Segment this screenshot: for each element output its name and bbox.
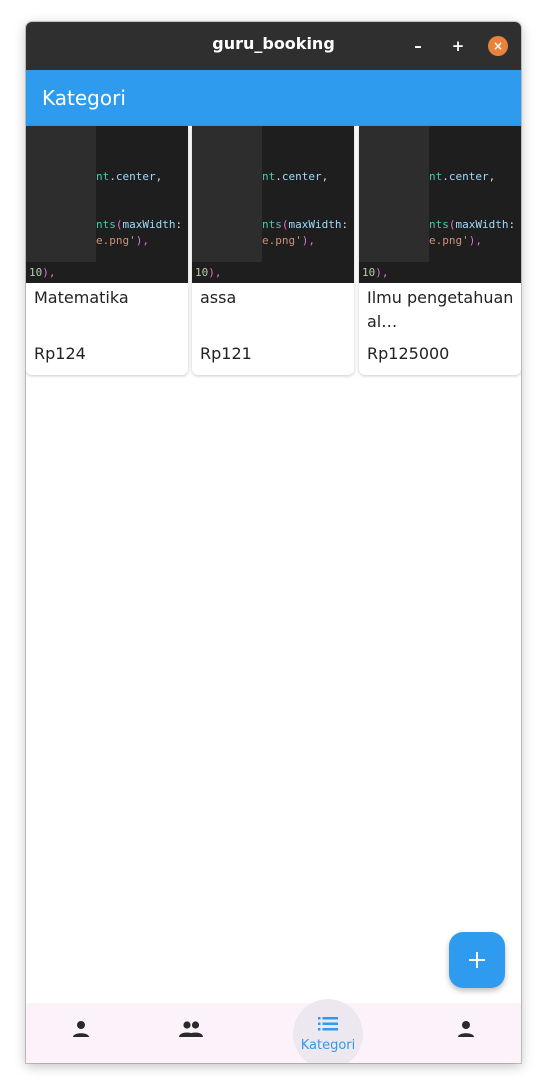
code-line: e.png'), bbox=[262, 234, 315, 247]
category-card[interactable]: nt.center, nts(maxWidth: e.png'), 10), I… bbox=[359, 126, 521, 375]
people-icon bbox=[179, 1021, 203, 1037]
category-name: assa bbox=[200, 288, 237, 307]
code-line: nt.center, bbox=[96, 170, 163, 183]
code-line: nts(maxWidth: bbox=[262, 218, 349, 231]
app-bar: Kategori bbox=[26, 70, 521, 126]
category-price: Rp125000 bbox=[367, 344, 450, 363]
add-category-button[interactable] bbox=[449, 932, 505, 988]
thumbnail-panel bbox=[192, 126, 262, 262]
code-line: nts(maxWidth: bbox=[429, 218, 516, 231]
minimize-button[interactable]: – bbox=[408, 36, 428, 56]
nav-label-kategori: Kategori bbox=[300, 1038, 356, 1053]
code-line: 10), bbox=[362, 266, 389, 279]
plus-icon bbox=[469, 952, 485, 968]
category-thumbnail: nt.center, nts(maxWidth: e.png'), 10), bbox=[359, 126, 521, 283]
code-line: 10), bbox=[29, 266, 56, 279]
thumbnail-panel bbox=[26, 126, 96, 262]
nav-item-kategori[interactable]: Kategori bbox=[288, 1003, 368, 1063]
window-titlebar[interactable]: guru_booking – + × bbox=[26, 22, 521, 71]
category-thumbnail: nt.center, nts(maxWidth: e.png'), 10), bbox=[26, 126, 188, 283]
code-line: e.png'), bbox=[429, 234, 482, 247]
nav-item-profile[interactable] bbox=[41, 1003, 121, 1063]
nav-item-teachers[interactable] bbox=[151, 1003, 231, 1063]
window-title: guru_booking bbox=[212, 34, 335, 53]
code-line: e.png'), bbox=[96, 234, 149, 247]
person-icon bbox=[73, 1021, 89, 1037]
maximize-button[interactable]: + bbox=[448, 36, 468, 56]
person-icon bbox=[458, 1021, 474, 1037]
app-window: guru_booking – + × Kategori nt.center, n… bbox=[26, 22, 521, 1063]
close-button[interactable]: × bbox=[488, 36, 508, 56]
category-card[interactable]: nt.center, nts(maxWidth: e.png'), 10), M… bbox=[26, 126, 188, 375]
category-price: Rp124 bbox=[34, 344, 86, 363]
code-line: nt.center, bbox=[262, 170, 329, 183]
list-icon bbox=[318, 1017, 338, 1031]
bottom-navigation: Kategori bbox=[26, 999, 521, 1063]
category-price: Rp121 bbox=[200, 344, 252, 363]
thumbnail-panel bbox=[359, 126, 429, 262]
category-name: Matematika bbox=[34, 288, 129, 307]
nav-item-account[interactable] bbox=[426, 1003, 506, 1063]
page-title: Kategori bbox=[42, 86, 126, 110]
code-line: nt.center, bbox=[429, 170, 496, 183]
code-line: nts(maxWidth: bbox=[96, 218, 183, 231]
category-thumbnail: nt.center, nts(maxWidth: e.png'), 10), bbox=[192, 126, 354, 283]
code-line: 10), bbox=[195, 266, 222, 279]
category-name: Ilmu pengetahuan al… bbox=[367, 288, 514, 331]
category-card[interactable]: nt.center, nts(maxWidth: e.png'), 10), a… bbox=[192, 126, 354, 375]
